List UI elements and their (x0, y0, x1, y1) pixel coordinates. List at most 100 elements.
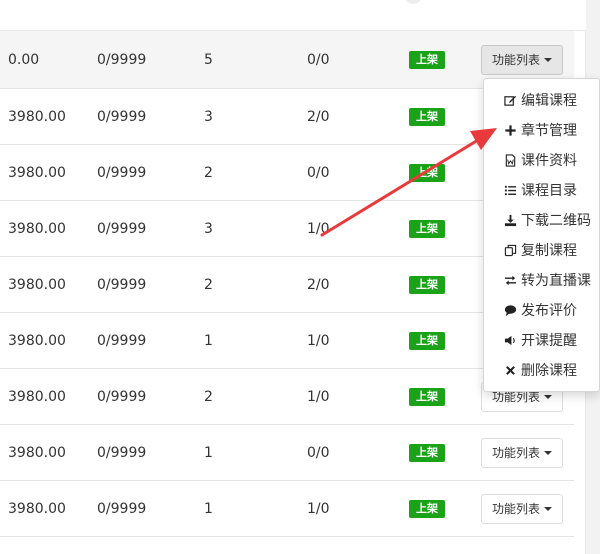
menu-item-label: 课程目录 (521, 183, 577, 199)
status-badge: 上架 (409, 387, 445, 406)
status-cell: 上架 (409, 31, 445, 88)
menu-item-course-catalog[interactable]: 课程目录 (484, 175, 599, 205)
stock-cell: 0/9999 (97, 332, 147, 349)
chapter-count-cell: 2 (204, 164, 213, 181)
status-badge: 上架 (409, 107, 445, 126)
status-cell: 上架 (409, 89, 445, 144)
action-cell: 功能列表 (481, 481, 564, 536)
menu-item-label: 删除课程 (521, 363, 577, 379)
chapter-count-cell: 5 (204, 51, 213, 68)
close-icon (503, 363, 517, 377)
status-cell: 上架 (409, 201, 445, 256)
menu-item-label: 章节管理 (521, 123, 577, 139)
caret-down-icon (544, 506, 553, 511)
status-cell: 上架 (409, 425, 445, 480)
edit-icon (503, 93, 517, 107)
function-list-button[interactable]: 功能列表 (481, 493, 564, 524)
function-list-label: 功能列表 (492, 446, 541, 460)
price-cell: 3980.00 (8, 500, 66, 517)
chapter-count-cell: 3 (204, 108, 213, 125)
stock-cell: 0/9999 (97, 164, 147, 181)
menu-item-label: 编辑课程 (521, 93, 577, 109)
action-cell: 功能列表 (481, 425, 564, 480)
ratio-cell: 1/0 (307, 220, 330, 237)
ratio-cell: 1/0 (307, 388, 330, 405)
chapter-count-cell: 1 (204, 444, 213, 461)
ratio-cell: 1/0 (307, 500, 330, 517)
price-cell: 3980.00 (8, 220, 66, 237)
price-cell: 3980.00 (8, 444, 66, 461)
function-list-button[interactable]: 功能列表 (481, 44, 564, 75)
stock-cell: 0/9999 (97, 500, 147, 517)
price-cell: 3980.00 (8, 164, 66, 181)
ratio-cell: 1/0 (307, 332, 330, 349)
status-badge: 上架 (409, 163, 445, 182)
status-badge: 上架 (409, 219, 445, 238)
volume-icon (503, 333, 517, 347)
status-badge: 上架 (409, 499, 445, 518)
chapter-count-cell: 1 (204, 332, 213, 349)
ratio-cell: 2/0 (307, 276, 330, 293)
status-cell: 上架 (409, 481, 445, 536)
menu-item-download-qrcode[interactable]: 下载二维码 (484, 205, 599, 235)
chapter-count-cell: 2 (204, 388, 213, 405)
menu-item-label: 复制课程 (521, 243, 577, 259)
ratio-cell: 0/0 (307, 164, 330, 181)
price-cell: 3980.00 (8, 108, 66, 125)
menu-item-delete-course[interactable]: 删除课程 (484, 355, 599, 385)
comment-icon (503, 303, 517, 317)
status-cell: 上架 (409, 257, 445, 312)
menu-item-copy-course[interactable]: 复制课程 (484, 235, 599, 265)
file-word-icon (503, 153, 517, 167)
stock-cell: 0/9999 (97, 444, 147, 461)
menu-item-edit-course[interactable]: 编辑课程 (484, 85, 599, 115)
stock-cell: 0/9999 (97, 220, 147, 237)
table-header-strip (0, 0, 586, 31)
copy-icon (503, 243, 517, 257)
menu-item-label: 下载二维码 (521, 213, 591, 229)
list-icon (503, 183, 517, 197)
menu-item-label: 转为直播课 (521, 273, 591, 289)
caret-down-icon (544, 394, 553, 399)
menu-item-courseware[interactable]: 课件资料 (484, 145, 599, 175)
price-cell: 3980.00 (8, 332, 66, 349)
status-badge: 上架 (409, 443, 445, 462)
status-badge: 上架 (409, 50, 445, 69)
stock-cell: 0/9999 (97, 388, 147, 405)
price-cell: 0.00 (8, 51, 40, 68)
menu-item-label: 开课提醒 (521, 333, 577, 349)
menu-item-chapter-manage[interactable]: 章节管理 (484, 115, 599, 145)
menu-item-label: 课件资料 (521, 153, 577, 169)
menu-item-label: 发布评价 (521, 303, 577, 319)
caret-down-icon (544, 57, 553, 62)
chapter-count-cell: 1 (204, 500, 213, 517)
status-cell: 上架 (409, 313, 445, 368)
exchange-icon (503, 273, 517, 287)
ratio-cell: 0/0 (307, 51, 330, 68)
function-list-button[interactable]: 功能列表 (481, 437, 564, 468)
function-list-dropdown: 编辑课程 章节管理 课件资料 课程目录 下载二维码 复制课程 转为直播课 发布评… (483, 78, 600, 392)
ratio-cell: 2/0 (307, 108, 330, 125)
function-list-label: 功能列表 (492, 53, 541, 67)
status-cell: 上架 (409, 145, 445, 200)
price-cell: 3980.00 (8, 276, 66, 293)
menu-item-class-reminder[interactable]: 开课提醒 (484, 325, 599, 355)
plus-icon (503, 123, 517, 137)
menu-item-publish-review[interactable]: 发布评价 (484, 295, 599, 325)
stock-cell: 0/9999 (97, 108, 147, 125)
status-badge: 上架 (409, 331, 445, 350)
ratio-cell: 0/0 (307, 444, 330, 461)
table-row: 3980.00 0/9999 1 1/0 上架 功能列表 (0, 481, 574, 537)
download-icon (503, 213, 517, 227)
function-list-label: 功能列表 (492, 502, 541, 516)
stock-cell: 0/9999 (97, 51, 147, 68)
menu-item-convert-live[interactable]: 转为直播课 (484, 265, 599, 295)
table-row: 3980.00 0/9999 1 0/0 上架 功能列表 (0, 425, 574, 481)
price-cell: 3980.00 (8, 388, 66, 405)
status-cell: 上架 (409, 369, 445, 424)
stock-cell: 0/9999 (97, 276, 147, 293)
status-badge: 上架 (409, 275, 445, 294)
caret-down-icon (544, 450, 553, 455)
chapter-count-cell: 3 (204, 220, 213, 237)
sort-icon[interactable] (404, 0, 422, 4)
